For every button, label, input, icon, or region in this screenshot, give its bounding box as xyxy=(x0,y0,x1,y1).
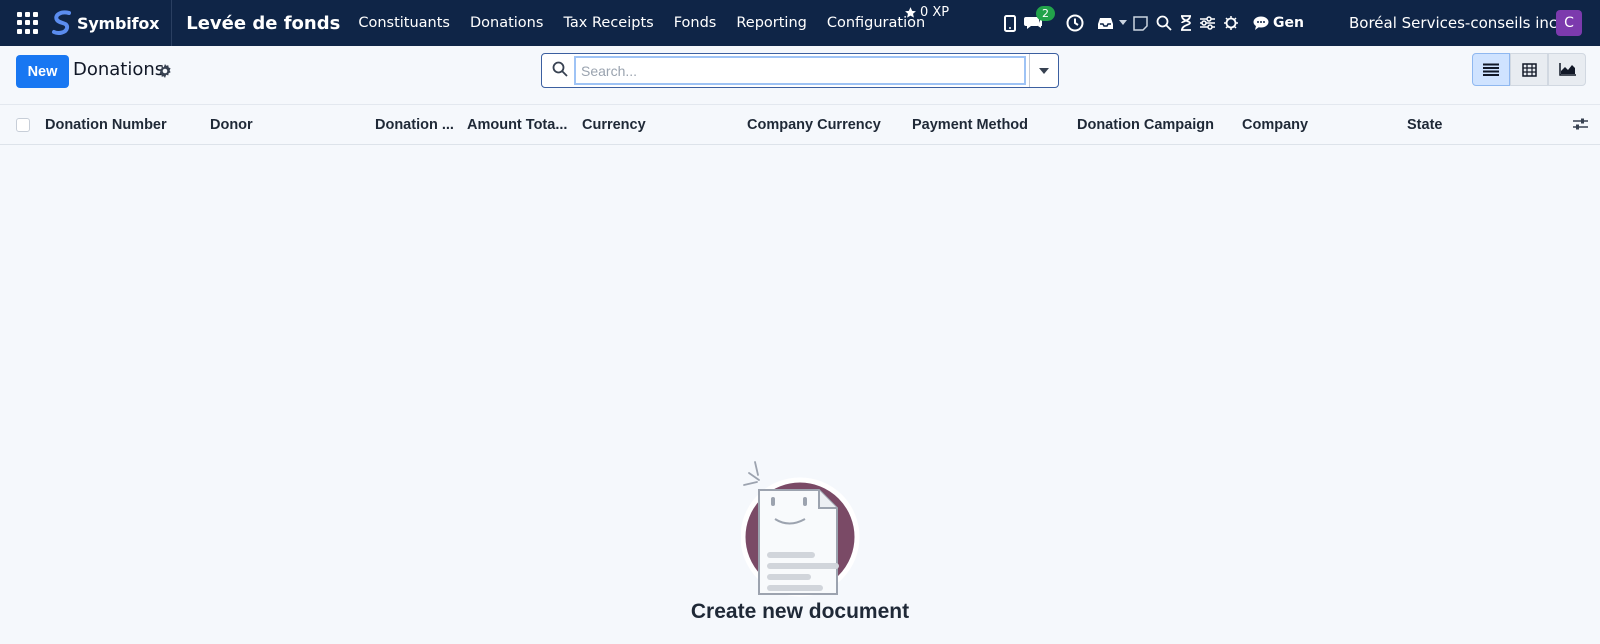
caret-down-icon xyxy=(1039,67,1049,74)
gen-button[interactable]: Gen xyxy=(1253,15,1304,31)
new-button[interactable]: New xyxy=(16,55,69,88)
menu-item-constituants[interactable]: Constituants xyxy=(348,0,460,46)
caret-down-icon[interactable] xyxy=(1119,20,1127,26)
search-icon xyxy=(552,61,568,81)
menu-item-donations[interactable]: Donations xyxy=(460,0,553,46)
table-icon xyxy=(1521,62,1537,77)
inbox-icon[interactable] xyxy=(1098,17,1113,30)
search-icon[interactable] xyxy=(1156,15,1172,31)
column-company-currency[interactable]: Company Currency xyxy=(747,105,897,145)
select-all-checkbox[interactable] xyxy=(16,118,30,132)
column-state[interactable]: State xyxy=(1407,105,1557,145)
menu-item-fonds[interactable]: Fonds xyxy=(664,0,727,46)
list-icon xyxy=(1483,63,1499,76)
sliders-icon[interactable] xyxy=(1200,16,1215,30)
note-icon[interactable] xyxy=(1133,15,1148,31)
chat-count-badge: 2 xyxy=(1036,6,1055,21)
app-title[interactable]: Levée de fonds xyxy=(186,13,340,34)
app-switcher-icon[interactable] xyxy=(17,12,39,34)
star-icon xyxy=(905,7,916,18)
menu-item-reporting[interactable]: Reporting xyxy=(726,0,817,46)
xp-indicator[interactable]: 0 XP xyxy=(904,5,949,20)
empty-state-title: Create new document xyxy=(690,600,910,623)
breadcrumb: Donations xyxy=(73,59,165,80)
search-bar xyxy=(541,53,1059,88)
chat-icon[interactable]: 2 xyxy=(1024,6,1055,31)
search-options-toggle[interactable] xyxy=(1029,54,1058,87)
table-header: Donation Number Donor Donation ... Amoun… xyxy=(0,105,1600,145)
main-menu: Constituants Donations Tax Receipts Fond… xyxy=(348,0,935,46)
search-input[interactable] xyxy=(574,56,1026,85)
speech-bubble-icon xyxy=(1253,16,1269,30)
column-currency[interactable]: Currency xyxy=(582,105,732,145)
top-navbar: Symbifox Levée de fonds Constituants Don… xyxy=(0,0,1600,46)
column-donation-number[interactable]: Donation Number xyxy=(45,105,200,145)
symbifox-logo-icon xyxy=(52,10,71,35)
brand[interactable]: Symbifox xyxy=(51,0,173,46)
list-view-button[interactable] xyxy=(1472,53,1510,86)
gear-icon[interactable] xyxy=(158,63,172,82)
graph-view-button[interactable] xyxy=(1548,53,1586,86)
user-avatar[interactable]: C xyxy=(1556,10,1582,36)
xp-value: 0 XP xyxy=(920,5,950,20)
company-switcher[interactable]: Boréal Services-conseils inc. xyxy=(1349,0,1562,46)
column-donor[interactable]: Donor xyxy=(210,105,360,145)
systray: 2 Gen xyxy=(1004,0,1304,46)
area-chart-icon xyxy=(1558,63,1576,76)
hourglass-icon[interactable] xyxy=(1180,15,1192,31)
view-switcher xyxy=(1472,53,1586,86)
clock-icon[interactable] xyxy=(1066,14,1084,32)
column-donation-campaign[interactable]: Donation Campaign xyxy=(1077,105,1232,145)
pivot-view-button[interactable] xyxy=(1510,53,1548,86)
optional-columns-icon[interactable] xyxy=(1573,117,1588,135)
bug-icon[interactable] xyxy=(1223,15,1239,31)
mobile-icon[interactable] xyxy=(1004,14,1016,32)
column-amount-total[interactable]: Amount Tota... xyxy=(467,105,573,145)
column-payment-method[interactable]: Payment Method xyxy=(912,105,1062,145)
control-panel: New Donations xyxy=(0,46,1600,105)
gen-label: Gen xyxy=(1273,15,1304,31)
brand-name: Symbifox xyxy=(77,13,160,33)
empty-state-illustration xyxy=(740,460,861,604)
menu-item-tax-receipts[interactable]: Tax Receipts xyxy=(553,0,663,46)
column-company[interactable]: Company xyxy=(1242,105,1392,145)
column-donation-date[interactable]: Donation ... xyxy=(375,105,463,145)
